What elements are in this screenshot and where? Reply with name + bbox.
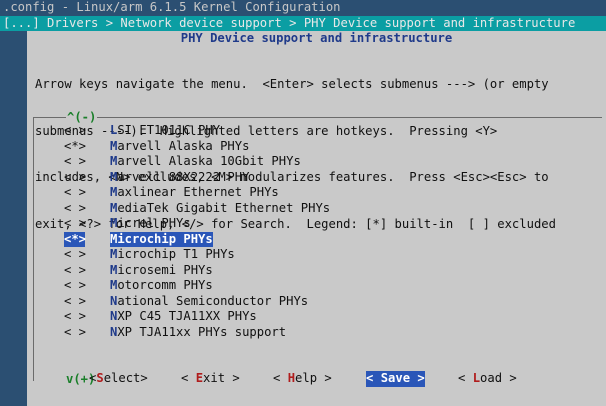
save-button[interactable]: < Save > xyxy=(366,371,425,387)
dialog-title: PHY Device support and infrastructure xyxy=(180,31,453,45)
terminal-header: .config - Linux/arm 6.1.5 Kernel Configu… xyxy=(0,0,606,31)
option-state[interactable]: < > xyxy=(64,263,110,279)
option-label: Marvell 88X2222 PHY xyxy=(110,169,250,184)
option-label: NXP TJA11xx PHYs support xyxy=(110,324,287,339)
option-label: Maxlinear Ethernet PHYs xyxy=(110,185,279,199)
hotkey-letter: L xyxy=(472,371,481,385)
hotkey-letter: H xyxy=(287,371,296,385)
help-line: Arrow keys navigate the menu. <Enter> se… xyxy=(35,77,549,91)
select-button[interactable]: <Select> xyxy=(89,371,148,387)
option-state[interactable]: < > xyxy=(64,247,110,263)
menu-box: ^(-) < > LSI ET1011C PHY <*> Marvell Alask… xyxy=(33,110,602,386)
hotkey-letter: E xyxy=(195,371,204,385)
option-label: NXP C45 TJA11XX PHYs xyxy=(110,309,257,323)
help-button[interactable]: < Help > xyxy=(273,371,332,387)
menu-item-microchip-t1[interactable]: < > Microchip T1 PHYs xyxy=(64,247,330,263)
menu-list: < > LSI ET1011C PHY <*> Marvell Alaska PHY… xyxy=(64,123,330,340)
button-bar: <Select> < Exit > < Help > < Save > < Lo… xyxy=(27,371,606,387)
hotkey-letter: S xyxy=(96,371,104,385)
option-label: Marvell Alaska 10Gbit PHYs xyxy=(110,154,301,168)
option-label: National Semiconductor PHYs xyxy=(110,293,309,308)
menu-item-national-semiconductor[interactable]: < > National Semiconductor PHYs xyxy=(64,294,330,310)
exit-button[interactable]: < Exit > xyxy=(181,371,240,387)
option-state[interactable]: < > xyxy=(64,216,110,232)
menu-item-microsemi[interactable]: < > Microsemi PHYs xyxy=(64,263,330,279)
menuconfig-dialog: PHY Device support and infrastructure Ar… xyxy=(27,31,606,406)
option-state[interactable]: < > xyxy=(64,294,110,310)
option-state[interactable]: < > xyxy=(64,201,110,217)
menu-item-marvell-alaska[interactable]: <*> Marvell Alaska PHYs xyxy=(64,139,330,155)
option-label: Microchip T1 PHYs xyxy=(110,247,235,261)
option-state[interactable]: < > xyxy=(64,325,110,341)
option-state[interactable]: < > xyxy=(64,185,110,201)
load-button[interactable]: < Load > xyxy=(458,371,517,387)
option-state[interactable]: < > xyxy=(64,123,110,139)
menu-item-nxp-c45-tja11xx[interactable]: < > NXP C45 TJA11XX PHYs xyxy=(64,309,330,325)
option-state[interactable]: <*> xyxy=(64,231,86,247)
option-state[interactable]: < > xyxy=(64,170,110,186)
menu-item-micrel[interactable]: < > Micrel PHYs xyxy=(64,216,330,232)
menu-item-microchip-selected[interactable]: <*> Microchip PHYs xyxy=(64,231,330,247)
option-label: Marvell Alaska PHYs xyxy=(110,138,250,153)
menu-item-nxp-tja11xx[interactable]: < > NXP TJA11xx PHYs support xyxy=(64,325,330,341)
menu-item-maxlinear[interactable]: < > Maxlinear Ethernet PHYs xyxy=(64,185,330,201)
option-label: Motorcomm PHYs xyxy=(110,278,213,292)
option-state[interactable]: <*> xyxy=(64,139,110,155)
breadcrumb: [...] Drivers > Network device support >… xyxy=(0,15,606,31)
option-state[interactable]: < > xyxy=(64,154,110,170)
menu-item-mediatek[interactable]: < > MediaTek Gigabit Ethernet PHYs xyxy=(64,201,330,217)
option-state[interactable]: < > xyxy=(64,278,110,294)
menu-item-marvell-88x2222[interactable]: < > Marvell 88X2222 PHY xyxy=(64,170,330,186)
option-label: Micrel PHYs xyxy=(110,216,191,230)
option-label: LSI ET1011C PHY xyxy=(110,123,221,137)
menu-item-lsi-et1011c[interactable]: < > LSI ET1011C PHY xyxy=(64,123,330,139)
config-title: .config - Linux/arm 6.1.5 Kernel Configu… xyxy=(3,0,341,14)
option-label: Microchip PHYs xyxy=(110,231,213,247)
menu-item-marvell-alaska-10gbit[interactable]: < > Marvell Alaska 10Gbit PHYs xyxy=(64,154,330,170)
option-label: Microsemi PHYs xyxy=(110,262,213,277)
hotkey-letter: S xyxy=(380,371,389,385)
option-label: MediaTek Gigabit Ethernet PHYs xyxy=(110,200,331,215)
menu-item-motorcomm[interactable]: < > Motorcomm PHYs xyxy=(64,278,330,294)
option-state[interactable]: < > xyxy=(64,309,110,325)
